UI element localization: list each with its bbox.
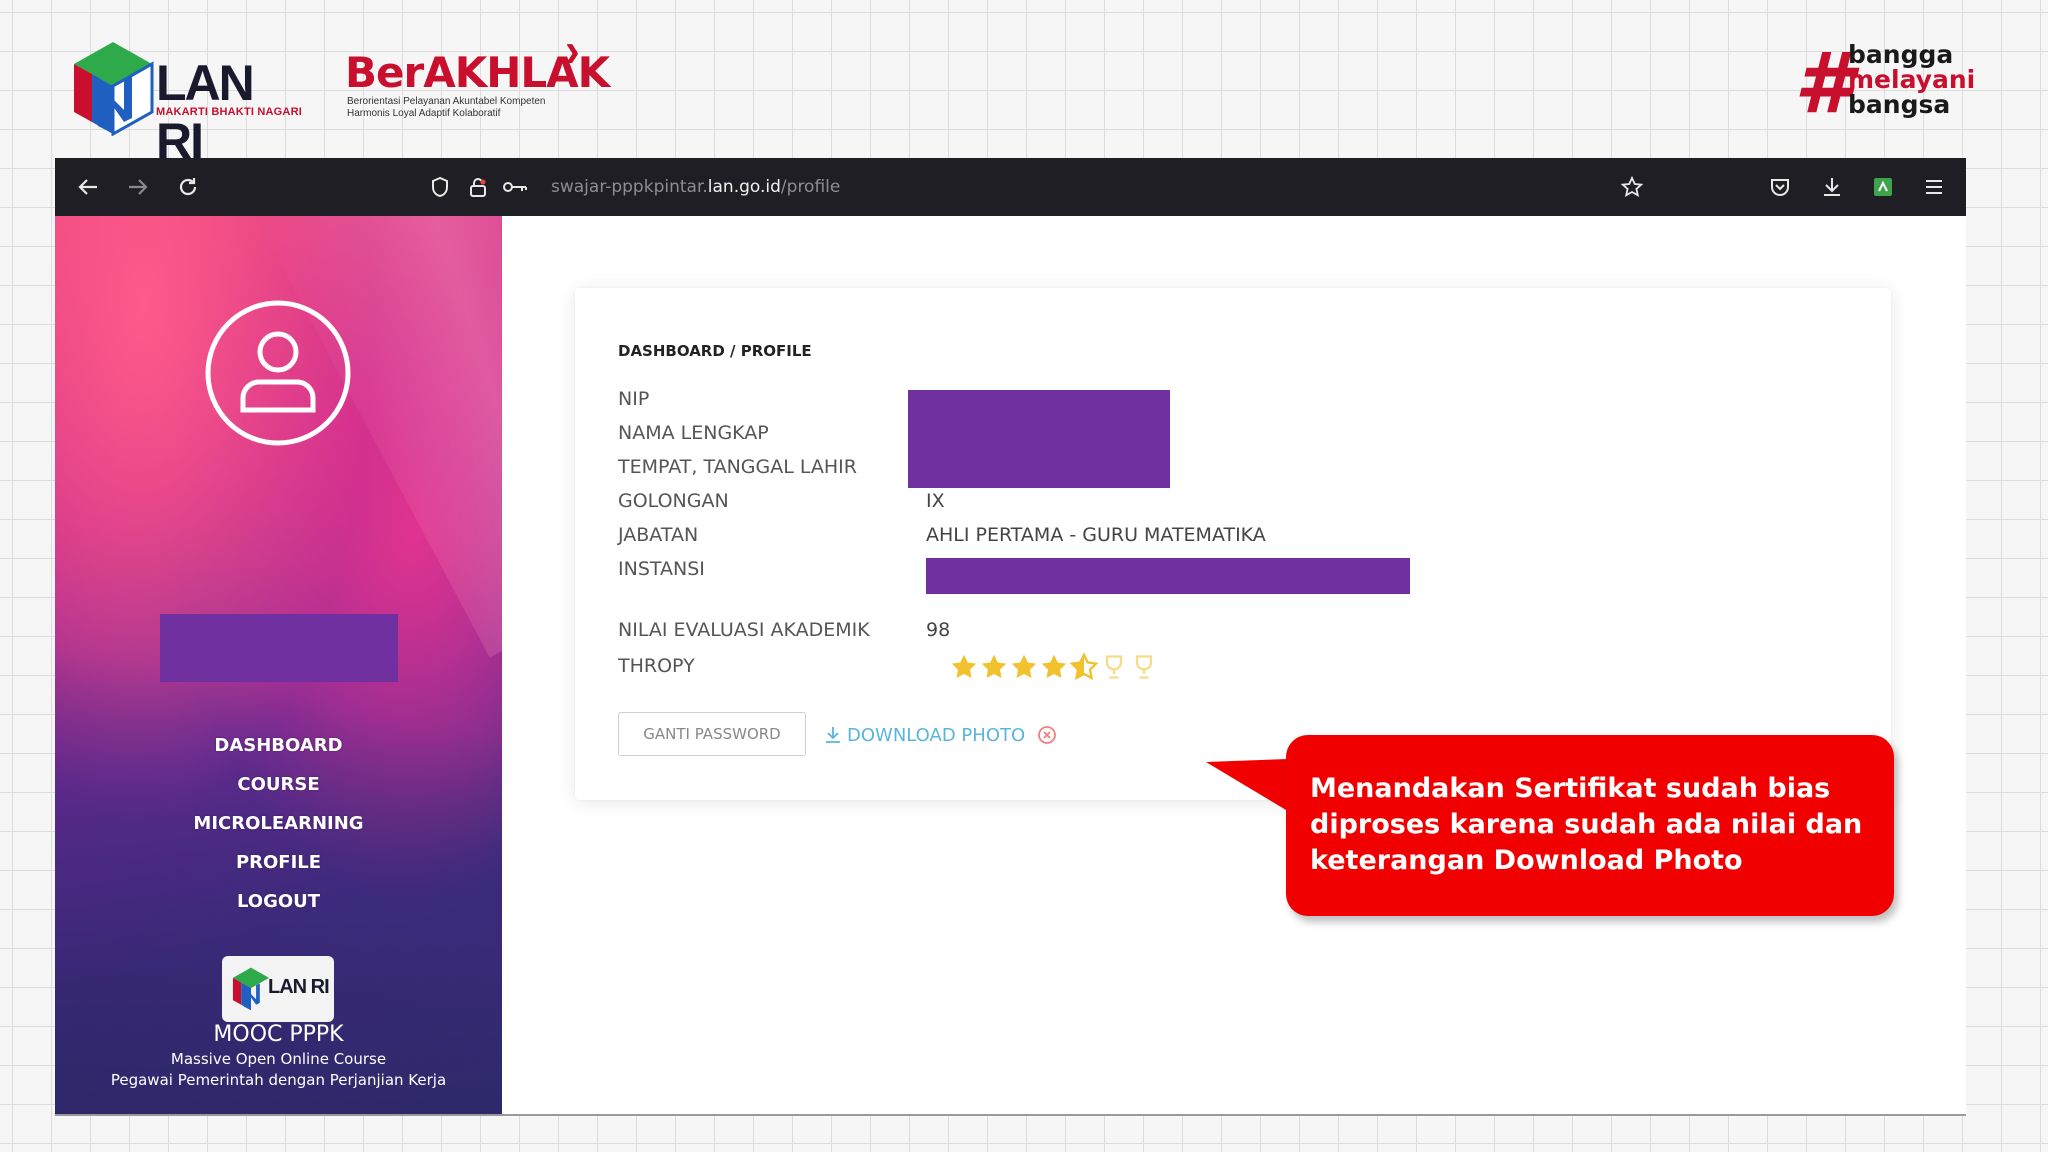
sidebar-item-logout[interactable]: LOGOUT xyxy=(55,882,502,921)
berakhlak-subtitle-line2: Harmonis Loyal Adaptif Kolaboratif xyxy=(347,108,501,119)
browser-toolbar: swajar-pppkpintar.lan.go.id/profile xyxy=(55,158,1966,216)
download-small-icon xyxy=(826,727,840,743)
extension-icon[interactable] xyxy=(1868,172,1898,202)
bangga-line1: bangga xyxy=(1848,40,1954,69)
url-domain: lan.go.id xyxy=(707,177,781,197)
bangga-line2: melayani xyxy=(1848,65,1976,94)
key-icon[interactable] xyxy=(499,172,531,202)
star-icon xyxy=(1041,654,1067,678)
url-text[interactable]: swajar-pppkpintar.lan.go.id/profile xyxy=(551,177,840,197)
berakhlak-subtitle: Berorientasi Pelayanan Akuntabel Kompete… xyxy=(347,96,597,120)
download-icon[interactable] xyxy=(1817,172,1847,202)
user-avatar-icon xyxy=(205,300,351,446)
sidebar-nav: DASHBOARD COURSE MICROLEARNING PROFILE L… xyxy=(55,726,502,921)
browser-window: swajar-pppkpintar.lan.go.id/profile DASH… xyxy=(55,158,1966,1116)
star-icon xyxy=(981,654,1007,678)
label-jabatan: JABATAN xyxy=(618,524,699,546)
ganti-password-button[interactable]: GANTI PASSWORD xyxy=(618,712,806,756)
label-golongan: GOLONGAN xyxy=(618,490,729,512)
forward-arrow-icon[interactable] xyxy=(123,172,153,202)
annotation-callout: Menandakan Sertifikat sudah bias diprose… xyxy=(1286,735,1894,916)
label-nip: NIP xyxy=(618,388,650,410)
callout-text: Menandakan Sertifikat sudah bias diprose… xyxy=(1310,773,1863,876)
star-bookmark-icon[interactable] xyxy=(1617,172,1647,202)
berakhlak-logo: BerAKHLAK › Berorientasi Pelayanan Akunt… xyxy=(345,24,610,128)
value-nilai-evaluasi: 98 xyxy=(926,619,951,641)
berakhlak-subtitle-line1: Berorientasi Pelayanan Akuntabel Kompete… xyxy=(347,96,546,107)
instansi-redacted xyxy=(926,558,1410,594)
personal-info-redacted xyxy=(908,390,1170,488)
lock-icon[interactable] xyxy=(463,172,493,202)
pocket-icon[interactable] xyxy=(1765,172,1795,202)
profile-card: DASHBOARD / PROFILE NIP NAMA LENGKAP TEM… xyxy=(575,288,1891,800)
berakhlak-chevron-icon: › xyxy=(565,23,580,78)
menu-icon[interactable] xyxy=(1919,172,1949,202)
sidebar-brand-text: LAN RI xyxy=(268,976,330,998)
label-nama-lengkap: NAMA LENGKAP xyxy=(618,422,769,444)
reload-icon[interactable] xyxy=(173,172,203,202)
lanri-logo-mark-icon xyxy=(74,42,154,136)
download-photo-link[interactable]: DOWNLOAD PHOTO xyxy=(825,722,1057,748)
lanri-logo: LAN RI MAKARTI BHAKTI NAGARI xyxy=(72,40,302,169)
label-tempat-tanggal-lahir: TEMPAT, TANGGAL LAHIR xyxy=(618,456,857,478)
half-star-icon xyxy=(1070,653,1098,681)
value-golongan: IX xyxy=(926,490,945,512)
trophy-rating xyxy=(950,653,1158,683)
bangga-lines: bangga melayani bangsa xyxy=(1848,42,1975,117)
sidebar-item-profile[interactable]: PROFILE xyxy=(55,843,502,882)
bangga-melayani-logo: # bangga melayani bangsa xyxy=(1794,34,1984,132)
value-jabatan: AHLI PERTAMA - GURU MATEMATIKA xyxy=(926,524,1266,546)
breadcrumb: DASHBOARD / PROFILE xyxy=(618,342,812,360)
close-circle-icon[interactable] xyxy=(1037,725,1057,745)
main-content: DASHBOARD / PROFILE NIP NAMA LENGKAP TEM… xyxy=(502,216,1966,1114)
mooc-subtitle-2: Pegawai Pemerintah dengan Perjanjian Ker… xyxy=(110,1071,447,1089)
download-photo-label: DOWNLOAD PHOTO xyxy=(847,724,1026,746)
url-path: /profile xyxy=(780,177,841,197)
mooc-title: MOOC PPPK xyxy=(213,1022,344,1047)
lanri-tagline: MAKARTI BHAKTI NAGARI xyxy=(156,106,302,118)
bangga-hash: # xyxy=(1794,34,1853,132)
label-thropy: THROPY xyxy=(618,655,695,677)
sidebar-item-microlearning[interactable]: MICROLEARNING xyxy=(55,804,502,843)
lanri-mini-mark-icon xyxy=(232,967,270,1011)
sidebar-item-dashboard[interactable]: DASHBOARD xyxy=(55,726,502,765)
trophy-icon xyxy=(1135,655,1153,679)
label-nilai-evaluasi: NILAI EVALUASI AKADEMIK xyxy=(618,619,870,641)
back-arrow-icon[interactable] xyxy=(73,172,103,202)
url-bar[interactable]: swajar-pppkpintar.lan.go.id/profile xyxy=(371,164,1651,210)
sidebar-brand-logo: LAN RI xyxy=(222,956,334,1022)
user-name-redacted xyxy=(160,614,398,682)
url-prefix: swajar-pppkpintar. xyxy=(551,177,708,197)
trophy-icon xyxy=(1105,655,1123,679)
bangga-line3: bangsa xyxy=(1848,90,1951,119)
star-icon xyxy=(951,654,977,678)
label-instansi: INSTANSI xyxy=(618,558,705,580)
mooc-subtitle-1: Massive Open Online Course xyxy=(170,1050,387,1068)
sidebar-item-course[interactable]: COURSE xyxy=(55,765,502,804)
star-icon xyxy=(1011,654,1037,678)
shield-icon[interactable] xyxy=(425,172,455,202)
sidebar: DASHBOARD COURSE MICROLEARNING PROFILE L… xyxy=(55,216,502,1114)
